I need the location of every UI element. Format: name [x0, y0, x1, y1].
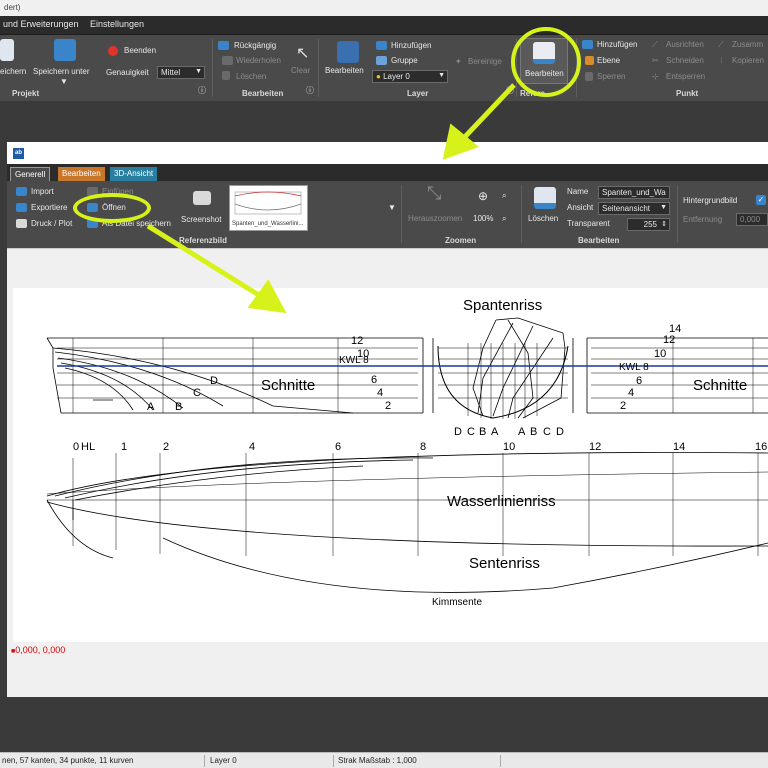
arrow-to-window: [458, 83, 516, 144]
arrow-head: [247, 279, 287, 314]
tutorial-arrows: [146, 83, 516, 314]
arrow-to-drawing: [146, 223, 264, 300]
